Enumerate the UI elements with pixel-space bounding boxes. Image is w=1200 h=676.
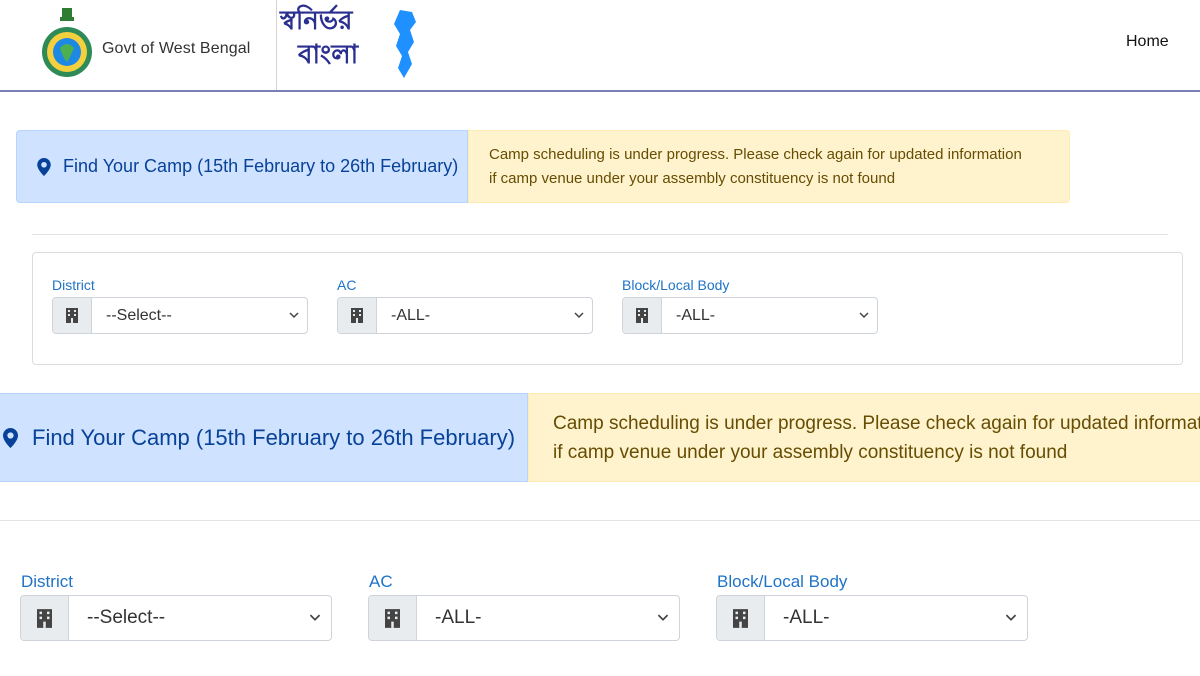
map-marker-icon	[3, 427, 18, 448]
ac-label: AC	[369, 572, 393, 591]
schedule-notice-line-1: Camp scheduling is under progress. Pleas…	[553, 412, 1200, 434]
chevron-down-icon	[289, 312, 299, 319]
west-bengal-map-icon	[394, 10, 416, 78]
building-icon	[369, 596, 417, 640]
chevron-down-icon	[657, 614, 669, 621]
district-label: District	[21, 572, 73, 591]
map-marker-icon	[37, 157, 51, 176]
schedule-notice: Camp scheduling is under progress. Pleas…	[528, 393, 1200, 482]
header-divider	[276, 0, 277, 90]
block-select-box[interactable]: -ALL-	[662, 298, 877, 333]
block-select[interactable]: -ALL-	[622, 297, 878, 334]
find-camp-banner: Find Your Camp (15th February to 26th Fe…	[16, 130, 468, 203]
find-camp-title: Find Your Camp (15th February to 26th Fe…	[63, 156, 459, 176]
filter-card: District --Select-- AC -ALL- Block/Local…	[32, 252, 1183, 365]
find-camp-title: Find Your Camp (15th February to 26th Fe…	[32, 424, 516, 450]
schedule-notice-line-2: if camp venue under your assembly consti…	[489, 169, 896, 187]
building-icon	[338, 298, 377, 333]
building-icon	[53, 298, 92, 333]
ac-value: -ALL-	[435, 607, 482, 628]
district-select[interactable]: --Select--	[52, 297, 308, 334]
block-label: Block/Local Body	[717, 572, 848, 591]
district-select-box[interactable]: --Select--	[69, 596, 331, 640]
chevron-down-icon	[1005, 614, 1017, 621]
gov-name: Govt of West Bengal	[102, 40, 251, 57]
building-icon	[21, 596, 69, 640]
section-divider	[32, 234, 1168, 235]
district-value: --Select--	[106, 306, 172, 324]
schedule-notice-line-2: if camp venue under your assembly consti…	[553, 441, 1068, 463]
schedule-notice: Camp scheduling is under progress. Pleas…	[468, 130, 1070, 203]
chevron-down-icon	[859, 312, 869, 319]
section-divider	[0, 520, 1200, 521]
swanirbhar-bangla-logo: স্বনির্ভর বাংলা	[280, 4, 422, 80]
ac-select-box[interactable]: -ALL-	[417, 596, 679, 640]
west-bengal-emblem-icon	[42, 8, 92, 77]
ac-value: -ALL-	[391, 306, 431, 324]
chevron-down-icon	[309, 614, 321, 621]
find-camp-banner: Find Your Camp (15th February to 26th Fe…	[0, 393, 528, 482]
block-label: Block/Local Body	[622, 277, 730, 293]
district-select[interactable]: --Select--	[20, 595, 332, 641]
block-select[interactable]: -ALL-	[716, 595, 1028, 641]
ac-select-box[interactable]: -ALL-	[377, 298, 592, 333]
block-value: -ALL-	[676, 306, 716, 324]
building-icon	[717, 596, 765, 640]
site-header: Govt of West Bengal স্বনির্ভর বাংলা Home	[0, 0, 1200, 92]
block-value: -ALL-	[783, 607, 830, 628]
district-label: District	[52, 277, 95, 293]
district-select-box[interactable]: --Select--	[92, 298, 307, 333]
ac-label: AC	[337, 277, 357, 293]
nav-home-link[interactable]: Home	[1126, 33, 1169, 51]
building-icon	[623, 298, 662, 333]
chevron-down-icon	[574, 312, 584, 319]
ac-select[interactable]: -ALL-	[337, 297, 593, 334]
district-value: --Select--	[87, 607, 166, 628]
ac-select[interactable]: -ALL-	[368, 595, 680, 641]
schedule-notice-line-1: Camp scheduling is under progress. Pleas…	[489, 145, 1022, 163]
block-select-box[interactable]: -ALL-	[765, 596, 1027, 640]
